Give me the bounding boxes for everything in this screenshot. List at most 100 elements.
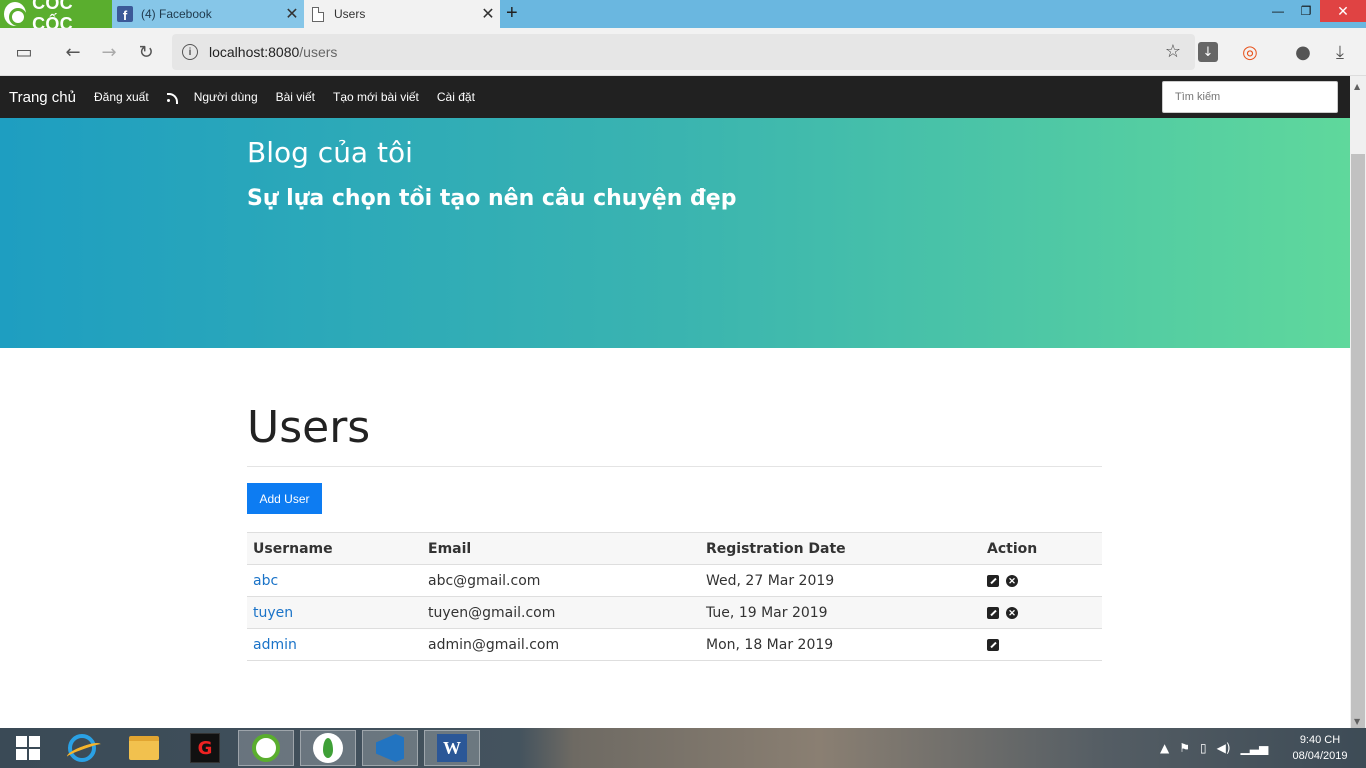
action-cell: ✕ bbox=[981, 564, 1102, 597]
scroll-thumb[interactable] bbox=[1351, 154, 1365, 768]
facebook-icon: f bbox=[117, 6, 133, 22]
nav-link-posts[interactable]: Bài viết bbox=[276, 90, 315, 104]
coccoc-brand[interactable]: CỐC CỐC bbox=[0, 0, 112, 34]
extension-icon[interactable]: ◎ bbox=[1238, 40, 1262, 64]
username-cell: admin bbox=[247, 628, 422, 661]
browser-tabstrip: CỐC CỐC f (4) Facebook ✕ Users ✕ + — ❐ ✕ bbox=[0, 0, 1366, 34]
username-link[interactable]: admin bbox=[253, 637, 297, 653]
action-center-icon[interactable]: ⚑ bbox=[1179, 741, 1190, 755]
internet-explorer-icon bbox=[68, 734, 96, 762]
search-input[interactable] bbox=[1162, 81, 1338, 113]
nav-link-settings[interactable]: Cài đặt bbox=[437, 90, 475, 104]
mongodb-icon bbox=[313, 733, 343, 763]
delete-icon[interactable]: ✕ bbox=[1006, 606, 1018, 619]
tab-facebook[interactable]: f (4) Facebook ✕ bbox=[112, 0, 304, 28]
clock-time: 9:40 CH bbox=[1299, 734, 1341, 746]
minimize-icon[interactable]: — bbox=[1264, 0, 1292, 22]
add-user-button[interactable]: Add User bbox=[247, 483, 322, 514]
taskbar-ie[interactable] bbox=[54, 730, 110, 766]
tray-expand-icon[interactable]: ▲ bbox=[1160, 741, 1169, 755]
scroll-down-icon[interactable]: ▼ bbox=[1354, 717, 1360, 726]
column-header-registration-date: Registration Date bbox=[700, 532, 981, 565]
username-cell: abc bbox=[247, 564, 422, 597]
edit-icon[interactable] bbox=[987, 606, 999, 619]
forward-icon[interactable]: → bbox=[97, 40, 121, 64]
taskbar-vscode[interactable] bbox=[362, 730, 418, 766]
taskbar-coccoc[interactable] bbox=[238, 730, 294, 766]
username-link[interactable]: tuyen bbox=[253, 605, 293, 621]
site-info-icon[interactable]: i bbox=[182, 44, 198, 60]
garena-icon: G bbox=[190, 733, 220, 763]
table-row: abc abc@gmail.com Wed, 27 Mar 2019 ✕ bbox=[247, 564, 1102, 597]
tab-users[interactable]: Users ✕ bbox=[304, 0, 500, 28]
action-cell bbox=[981, 628, 1102, 661]
bookmark-star-icon[interactable]: ☆ bbox=[1165, 41, 1181, 62]
back-icon[interactable]: ← bbox=[61, 40, 85, 64]
page-title: Users bbox=[247, 402, 371, 453]
window-controls: — ❐ ✕ bbox=[1264, 0, 1366, 22]
scroll-up-icon[interactable]: ▲ bbox=[1354, 82, 1360, 91]
start-button[interactable] bbox=[0, 730, 56, 766]
address-bar[interactable]: i localhost:8080/users ☆ bbox=[172, 34, 1195, 70]
hero-subtitle: Sự lựa chọn tồi tạo nên câu chuyện đẹp bbox=[247, 186, 737, 211]
tab-facebook-title: (4) Facebook bbox=[141, 7, 212, 21]
download-page-icon[interactable]: ↓ bbox=[1198, 42, 1218, 62]
network-icon[interactable]: ▁▃▅ bbox=[1241, 741, 1269, 755]
browser-toolbar: ▭ ← → ↻ i localhost:8080/users ☆ ◎ ● ⤓ bbox=[0, 28, 1366, 76]
tab-users-close-icon[interactable]: ✕ bbox=[476, 4, 500, 24]
nav-brand-home[interactable]: Trang chủ bbox=[9, 89, 76, 106]
coccoc-icon bbox=[252, 734, 280, 762]
date-cell: Tue, 19 Mar 2019 bbox=[700, 596, 981, 629]
windows-logo-icon bbox=[16, 736, 40, 760]
downloads-icon[interactable]: ⤓ bbox=[1328, 40, 1352, 64]
windows-taskbar: G W ▲ ⚑ ▯ ◀) ▁▃▅ 9:40 CH 08/04/2019 bbox=[0, 728, 1366, 768]
taskbar-word[interactable]: W bbox=[424, 730, 480, 766]
rss-icon[interactable] bbox=[166, 92, 178, 104]
window-close-icon[interactable]: ✕ bbox=[1320, 0, 1366, 22]
volume-icon[interactable]: ◀) bbox=[1217, 741, 1231, 755]
vscode-icon bbox=[376, 734, 404, 762]
restore-icon[interactable]: ❐ bbox=[1292, 0, 1320, 22]
email-cell: admin@gmail.com bbox=[422, 628, 700, 661]
action-cell: ✕ bbox=[981, 596, 1102, 629]
page-scrollbar[interactable]: ▲ ▼ bbox=[1350, 76, 1366, 768]
tab-facebook-close-icon[interactable]: ✕ bbox=[280, 4, 304, 24]
site-navbar: Trang chủ Đăng xuất Người dùng Bài viết … bbox=[0, 76, 1350, 118]
date-cell: Wed, 27 Mar 2019 bbox=[700, 564, 981, 597]
url-text[interactable]: localhost:8080/users bbox=[209, 44, 337, 60]
email-cell: abc@gmail.com bbox=[422, 564, 700, 597]
hero-banner: Blog của tôi Sự lựa chọn tồi tạo nên câu… bbox=[0, 118, 1350, 348]
taskbar-clock[interactable]: 9:40 CH 08/04/2019 bbox=[1284, 732, 1356, 764]
system-tray: ▲ ⚑ ▯ ◀) ▁▃▅ bbox=[1160, 728, 1278, 768]
word-icon: W bbox=[437, 734, 467, 762]
taskbar-mongodb[interactable] bbox=[300, 730, 356, 766]
taskbar-explorer[interactable] bbox=[116, 730, 172, 766]
profile-icon[interactable]: ● bbox=[1291, 40, 1315, 64]
sidebar-toggle-icon[interactable]: ▭ bbox=[12, 40, 36, 64]
column-header-username: Username bbox=[247, 532, 422, 565]
power-icon[interactable]: ▯ bbox=[1200, 741, 1207, 755]
table-row: tuyen tuyen@gmail.com Tue, 19 Mar 2019 ✕ bbox=[247, 596, 1102, 629]
username-link[interactable]: abc bbox=[253, 573, 278, 589]
date-cell: Mon, 18 Mar 2019 bbox=[700, 628, 981, 661]
edit-icon[interactable] bbox=[987, 574, 999, 587]
delete-icon[interactable]: ✕ bbox=[1006, 574, 1018, 587]
file-explorer-icon bbox=[129, 736, 159, 760]
page-icon bbox=[312, 6, 324, 22]
nav-link-logout[interactable]: Đăng xuất bbox=[94, 90, 149, 104]
reload-icon[interactable]: ↻ bbox=[134, 40, 158, 64]
tab-users-title: Users bbox=[334, 7, 366, 21]
taskbar-garena[interactable]: G bbox=[177, 730, 233, 766]
url-host: localhost:8080 bbox=[209, 44, 300, 60]
edit-icon[interactable] bbox=[987, 638, 999, 651]
nav-link-users[interactable]: Người dùng bbox=[194, 90, 258, 104]
username-cell: tuyen bbox=[247, 596, 422, 629]
table-row: admin admin@gmail.com Mon, 18 Mar 2019 bbox=[247, 628, 1102, 661]
nav-link-new-post[interactable]: Tạo mới bài viết bbox=[333, 90, 419, 104]
hero-title: Blog của tôi bbox=[247, 136, 413, 169]
url-path: /users bbox=[299, 44, 338, 60]
new-tab-icon[interactable]: + bbox=[506, 2, 518, 25]
table-header-row: Username Email Registration Date Action bbox=[247, 532, 1102, 565]
email-cell: tuyen@gmail.com bbox=[422, 596, 700, 629]
divider bbox=[247, 466, 1102, 467]
